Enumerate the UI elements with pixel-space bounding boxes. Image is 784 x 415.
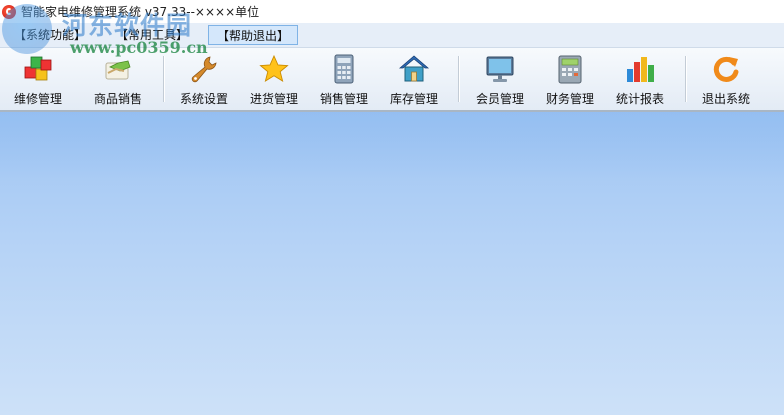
finance-management-button[interactable]: 财务管理 (540, 48, 600, 110)
calculator-icon (328, 53, 360, 85)
cash-register-icon (554, 53, 586, 85)
toolbar-separator (163, 56, 165, 102)
sales-management-button[interactable]: 销售管理 (314, 48, 374, 110)
colored-cubes-icon (22, 53, 54, 85)
handshake-icon (102, 53, 134, 85)
exit-system-label: 退出系统 (701, 92, 750, 106)
title-bar: 智能家电维修管理系统 v37.33--××××单位 (0, 0, 784, 23)
wrench-icon (188, 53, 220, 85)
menu-bar: 【系统功能】 【常用工具】 【帮助退出】 (0, 23, 784, 48)
house-icon (398, 53, 430, 85)
member-management-label: 会员管理 (475, 92, 524, 106)
product-sales-label: 商品销售 (93, 92, 142, 106)
sales-management-label: 销售管理 (319, 92, 368, 106)
toolbar-separator (685, 56, 687, 102)
system-settings-label: 系统设置 (179, 92, 228, 106)
statistics-report-button[interactable]: 统计报表 (610, 48, 670, 110)
inventory-management-button[interactable]: 库存管理 (384, 48, 444, 110)
inventory-management-label: 库存管理 (389, 92, 438, 106)
menu-common-tools[interactable]: 【常用工具】 (108, 25, 196, 45)
repair-management-label: 维修管理 (13, 92, 62, 106)
finance-management-label: 财务管理 (545, 92, 594, 106)
workspace-area (0, 112, 784, 415)
main-toolbar: 维修管理 商品销售 系统设置 进货管理 销售管理 库存管理 会员管理 财务管理 … (0, 48, 784, 112)
star-icon (258, 53, 290, 85)
monitor-icon (484, 53, 516, 85)
exit-refresh-icon (710, 53, 742, 85)
app-logo-icon (2, 4, 16, 19)
system-settings-button[interactable]: 系统设置 (174, 48, 234, 110)
member-management-button[interactable]: 会员管理 (470, 48, 530, 110)
menu-help-exit[interactable]: 【帮助退出】 (208, 25, 299, 45)
statistics-report-label: 统计报表 (615, 92, 664, 106)
toolbar-separator (458, 56, 460, 102)
window-title: 智能家电维修管理系统 v37.33--××××单位 (21, 5, 260, 19)
menu-system-functions[interactable]: 【系统功能】 (6, 25, 94, 45)
purchase-management-button[interactable]: 进货管理 (244, 48, 304, 110)
purchase-management-label: 进货管理 (249, 92, 298, 106)
repair-management-button[interactable]: 维修管理 (8, 48, 68, 110)
exit-system-button[interactable]: 退出系统 (696, 48, 756, 110)
product-sales-button[interactable]: 商品销售 (86, 48, 150, 110)
bar-chart-icon (624, 53, 656, 85)
